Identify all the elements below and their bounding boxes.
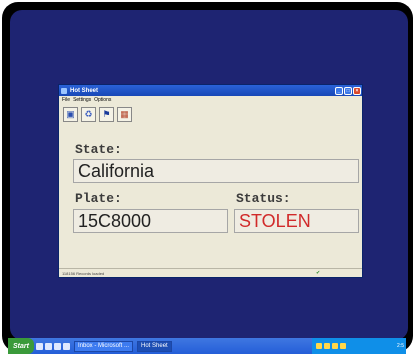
tray-icon[interactable]: [324, 343, 330, 349]
task-inbox[interactable]: Inbox - Microsoft ...: [74, 340, 134, 352]
tray-icon[interactable]: [316, 343, 322, 349]
menu-options[interactable]: Options: [94, 97, 111, 103]
recycle-icon[interactable]: ♻: [81, 106, 96, 122]
plate-label: Plate:: [75, 191, 122, 206]
menu-settings[interactable]: Settings: [73, 97, 91, 103]
maximize-button[interactable]: □: [344, 86, 352, 95]
menu-bar: File Settings Options: [59, 96, 362, 104]
records-status: 118156 Records loaded: [62, 270, 105, 276]
desktop: Hot Sheet _ □ × File Settings Options ▣ …: [10, 10, 408, 340]
quicklaunch-media-icon[interactable]: [54, 342, 61, 350]
task-hot-sheet[interactable]: Hot Sheet: [137, 340, 172, 352]
taskbar: Start Inbox - Microsoft ... Hot Sheet 2:…: [8, 338, 406, 354]
quicklaunch-app-icon[interactable]: [63, 342, 70, 350]
close-button[interactable]: ×: [353, 86, 361, 95]
quicklaunch-folder-icon[interactable]: [45, 342, 52, 350]
save-icon[interactable]: ▣: [63, 106, 78, 122]
status-field[interactable]: STOLEN: [234, 209, 359, 233]
status-label: Status:: [236, 191, 291, 206]
app-icon: [61, 87, 67, 94]
flag-icon[interactable]: ⚑: [99, 106, 114, 122]
hot-sheet-window: Hot Sheet _ □ × File Settings Options ▣ …: [58, 84, 363, 278]
plate-field[interactable]: 15C8000: [73, 209, 228, 233]
start-button[interactable]: Start: [8, 338, 34, 354]
clock[interactable]: 2:5: [397, 343, 404, 349]
quicklaunch-ie-icon[interactable]: [36, 342, 43, 350]
state-label: State:: [75, 142, 122, 157]
system-tray: 2:5: [312, 338, 406, 354]
tray-icon[interactable]: [340, 343, 346, 349]
connection-icon: ✔: [316, 270, 321, 276]
title-bar[interactable]: Hot Sheet _ □ ×: [59, 85, 362, 96]
image-icon[interactable]: ▦: [117, 106, 132, 122]
tray-icon[interactable]: [332, 343, 338, 349]
minimize-button[interactable]: _: [335, 86, 343, 95]
device-bezel: Hot Sheet _ □ × File Settings Options ▣ …: [2, 2, 413, 352]
window-title: Hot Sheet: [70, 87, 99, 94]
state-field[interactable]: California: [73, 159, 359, 183]
toolbar: ▣ ♻ ⚑ ▦: [59, 104, 362, 124]
menu-file[interactable]: File: [62, 97, 70, 103]
